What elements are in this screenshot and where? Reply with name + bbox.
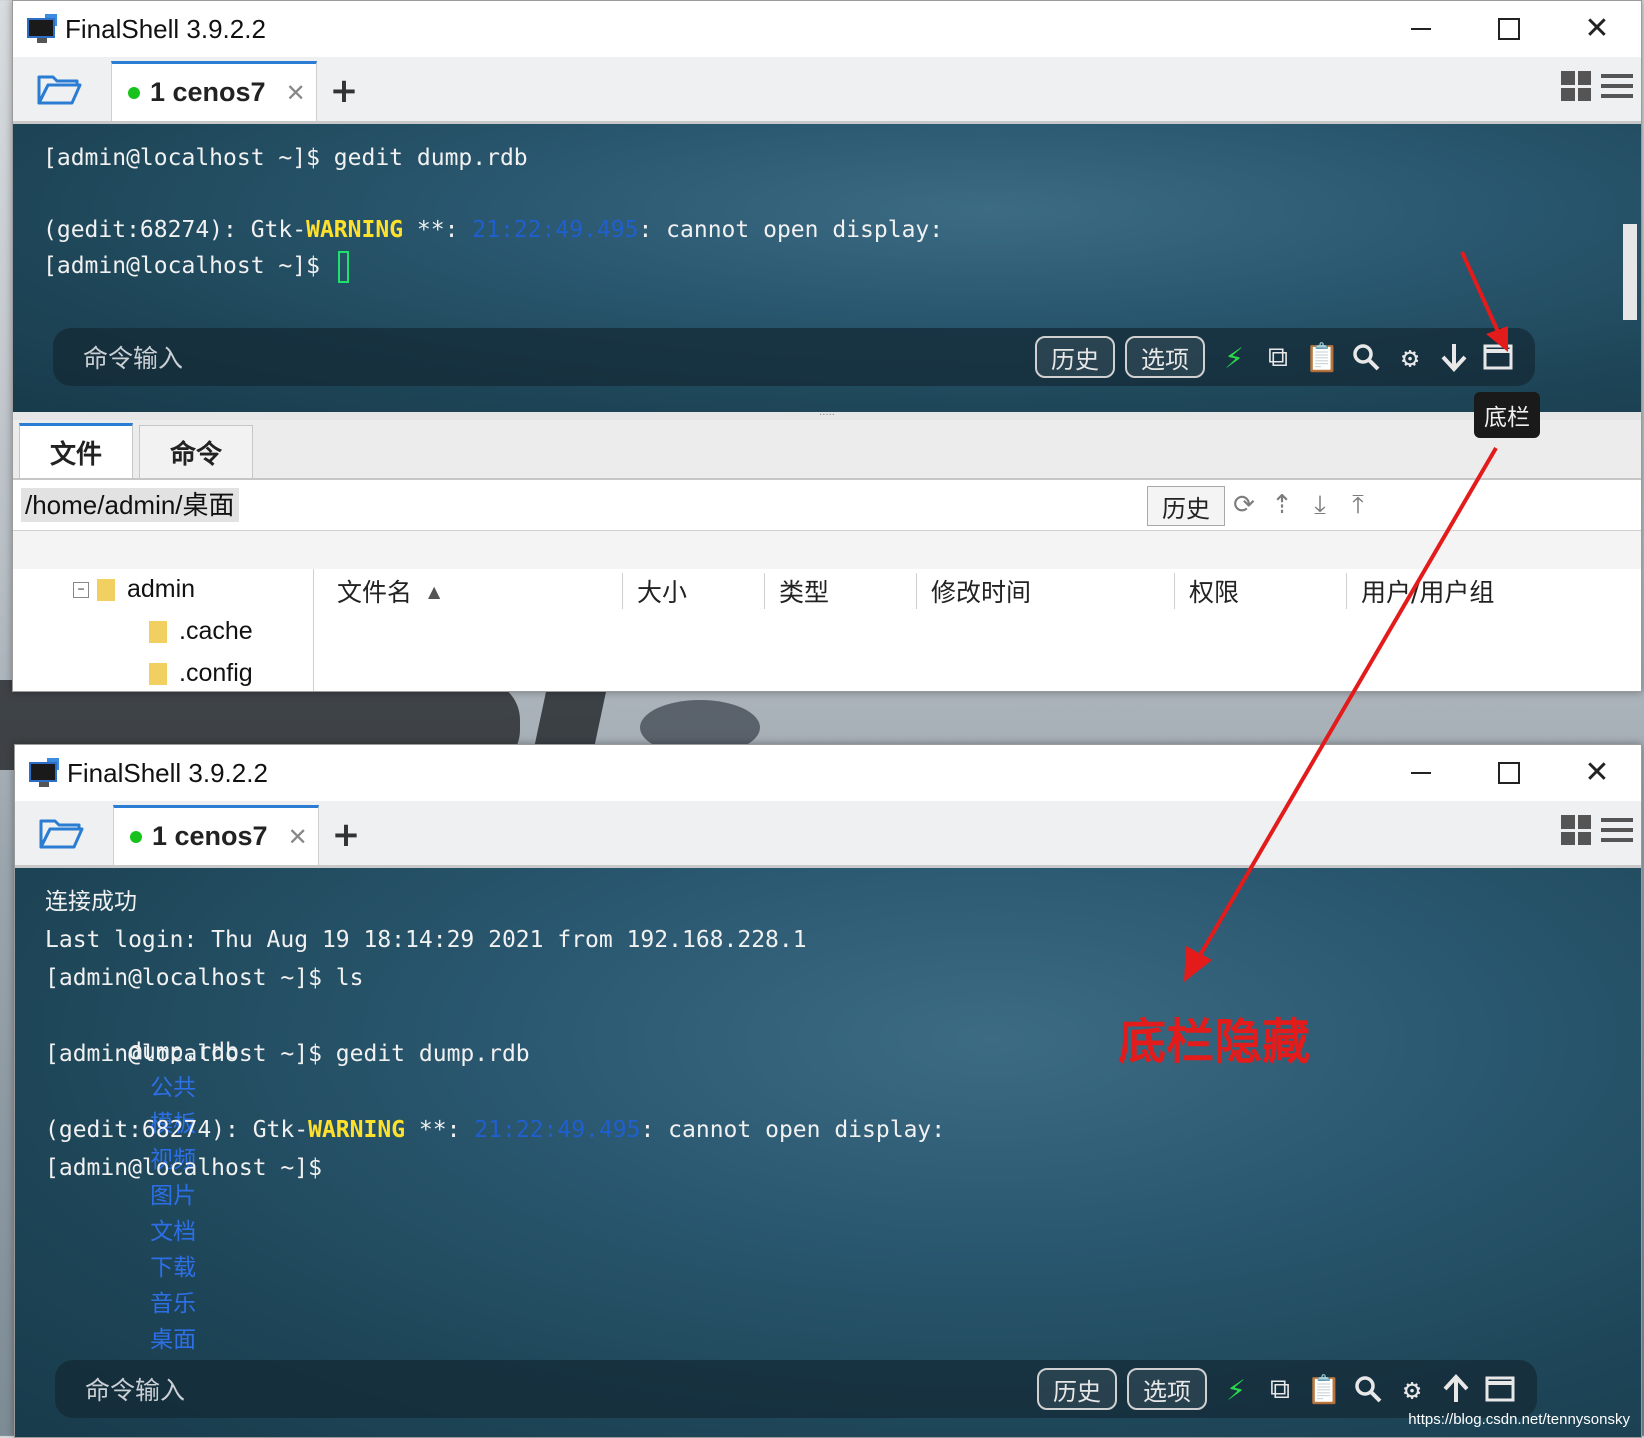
maximize-button[interactable] — [1465, 745, 1553, 801]
options-button[interactable]: 选项 — [1125, 336, 1205, 378]
terminal-line: (gedit:68274): Gtk-WARNING **: 21:22:49.… — [45, 1117, 946, 1143]
window-title: FinalShell 3.9.2.2 — [65, 13, 266, 44]
session-tab-bar: 1 cenos7 ✕ + — [13, 57, 1641, 124]
column-header-type[interactable]: 类型 — [765, 573, 917, 609]
directory-tree: − admin .cache .config — [13, 569, 314, 691]
tab-commands[interactable]: 命令 — [139, 425, 253, 478]
close-button[interactable]: ✕ — [1553, 1, 1641, 57]
refresh-icon[interactable]: ⟳ — [1229, 488, 1259, 522]
file-browser: − admin .cache .config 文件名 ▲ 大小 类型 修改时间 权限… — [13, 569, 1641, 691]
file-table-header: 文件名 ▲ 大小 类型 修改时间 权限 用户/用户组 — [323, 569, 1641, 613]
window-icon[interactable] — [1479, 338, 1517, 376]
command-input-bar[interactable]: 命令输入 历史 选项 ⚡ ⧉ 📋 ⚙ — [55, 1360, 1537, 1418]
open-folder-icon[interactable] — [29, 59, 89, 119]
command-input-placeholder[interactable]: 命令输入 — [83, 339, 183, 375]
column-header-permissions[interactable]: 权限 — [1175, 573, 1347, 609]
path-field[interactable]: /home/admin/桌面 — [21, 488, 239, 522]
gear-icon[interactable]: ⚙ — [1393, 1370, 1431, 1408]
arrow-down-icon[interactable] — [1435, 338, 1473, 376]
title-bar: FinalShell 3.9.2.2 ✕ — [15, 745, 1641, 801]
terminal-prompt: [admin@localhost ~]$ — [45, 1155, 322, 1181]
column-header-name[interactable]: 文件名 ▲ — [323, 573, 623, 609]
tab-session[interactable]: 1 cenos7 ✕ — [113, 805, 319, 865]
finalshell-window-bottom: FinalShell 3.9.2.2 ✕ 1 cenos7 ✕ + 连接成功 L… — [14, 744, 1642, 1438]
tab-close-icon[interactable]: ✕ — [286, 79, 306, 107]
terminal-line: [admin@localhost ~]$ gedit dump.rdb — [45, 1041, 530, 1067]
column-header-owner[interactable]: 用户/用户组 — [1347, 573, 1537, 609]
finalshell-window-top: FinalShell 3.9.2.2 ✕ 1 cenos7 ✕ + [admin… — [12, 0, 1642, 692]
arrow-up-icon[interactable] — [1437, 1370, 1475, 1408]
lightning-icon[interactable]: ⚡ — [1215, 338, 1253, 376]
desktop-shape — [533, 690, 607, 750]
tab-label: 1 cenos7 — [152, 821, 268, 851]
copy-icon[interactable]: ⧉ — [1261, 1370, 1299, 1408]
minimize-button[interactable] — [1377, 1, 1465, 57]
terminal-prompt: [admin@localhost ~]$ — [43, 248, 349, 284]
tab-label: 1 cenos7 — [150, 77, 266, 107]
close-button[interactable]: ✕ — [1553, 745, 1641, 801]
title-bar: FinalShell 3.9.2.2 ✕ — [13, 1, 1641, 57]
upload-icon[interactable]: ⤒ — [1343, 488, 1373, 522]
terminal-line: (gedit:68274): Gtk-WARNING **: 21:22:49.… — [43, 217, 944, 243]
maximize-button[interactable] — [1465, 1, 1553, 57]
terminal-line: Last login: Thu Aug 19 18:14:29 2021 fro… — [45, 927, 807, 953]
history-button[interactable]: 历史 — [1037, 1368, 1117, 1410]
search-icon[interactable] — [1349, 1370, 1387, 1408]
menu-icon[interactable] — [1601, 71, 1633, 101]
tree-node[interactable]: .config — [149, 659, 253, 688]
search-icon[interactable] — [1347, 338, 1385, 376]
menu-icon[interactable] — [1601, 815, 1633, 845]
options-button[interactable]: 选项 — [1127, 1368, 1207, 1410]
command-input-bar[interactable]: 命令输入 历史 选项 ⚡ ⧉ 📋 ⚙ — [53, 328, 1535, 386]
app-icon — [27, 14, 57, 44]
splitter[interactable]: ····· — [13, 411, 1641, 421]
watermark: https://blog.csdn.net/tennysonsky — [1408, 1411, 1630, 1428]
status-dot — [130, 830, 142, 843]
up-directory-icon[interactable]: ⇡ — [1267, 488, 1297, 522]
terminal-scrollbar[interactable] — [1623, 224, 1637, 320]
grid-layout-icon[interactable] — [1561, 71, 1591, 101]
paste-icon[interactable]: 📋 — [1305, 1370, 1343, 1408]
terminal-area[interactable]: [admin@localhost ~]$ gedit dump.rdb (ged… — [13, 124, 1641, 412]
column-header-modified[interactable]: 修改时间 — [917, 573, 1175, 609]
tree-node-admin[interactable]: − admin — [73, 575, 195, 604]
tooltip: 底栏 — [1474, 392, 1540, 438]
path-bar: /home/admin/桌面 历史 ⟳ ⇡ ⤓ ⤒ — [13, 480, 1641, 531]
tree-node[interactable]: .cache — [149, 617, 253, 646]
new-tab-button[interactable]: + — [317, 61, 371, 121]
window-icon[interactable] — [1481, 1370, 1519, 1408]
lightning-icon[interactable]: ⚡ — [1217, 1370, 1255, 1408]
column-header-size[interactable]: 大小 — [623, 573, 765, 609]
annotation-label: 底栏隐藏 — [1118, 1014, 1311, 1070]
terminal-area[interactable]: 连接成功 Last login: Thu Aug 19 18:14:29 202… — [15, 868, 1641, 1437]
tab-files[interactable]: 文件 — [19, 423, 133, 478]
file-manager-tabs: 文件 命令 — [13, 420, 1641, 480]
gear-icon[interactable]: ⚙ — [1391, 338, 1429, 376]
tab-session[interactable]: 1 cenos7 ✕ — [111, 61, 317, 121]
terminal-line: [admin@localhost ~]$ ls — [45, 965, 364, 991]
terminal-line: 连接成功 — [45, 889, 137, 915]
app-icon — [29, 758, 59, 788]
copy-icon[interactable]: ⧉ — [1259, 338, 1297, 376]
window-title: FinalShell 3.9.2.2 — [67, 757, 268, 788]
terminal-line: [admin@localhost ~]$ gedit dump.rdb — [43, 145, 528, 171]
open-folder-icon[interactable] — [31, 803, 91, 863]
status-dot — [128, 86, 140, 99]
new-tab-button[interactable]: + — [319, 805, 373, 865]
minimize-button[interactable] — [1377, 745, 1465, 801]
path-history-button[interactable]: 历史 — [1147, 486, 1225, 526]
download-icon[interactable]: ⤓ — [1305, 488, 1335, 522]
paste-icon[interactable]: 📋 — [1303, 338, 1341, 376]
history-button[interactable]: 历史 — [1035, 336, 1115, 378]
command-input-placeholder[interactable]: 命令输入 — [85, 1371, 185, 1407]
tab-close-icon[interactable]: ✕ — [288, 823, 308, 851]
grid-layout-icon[interactable] — [1561, 815, 1591, 845]
session-tab-bar: 1 cenos7 ✕ + — [15, 801, 1641, 868]
terminal-cursor — [337, 250, 349, 283]
